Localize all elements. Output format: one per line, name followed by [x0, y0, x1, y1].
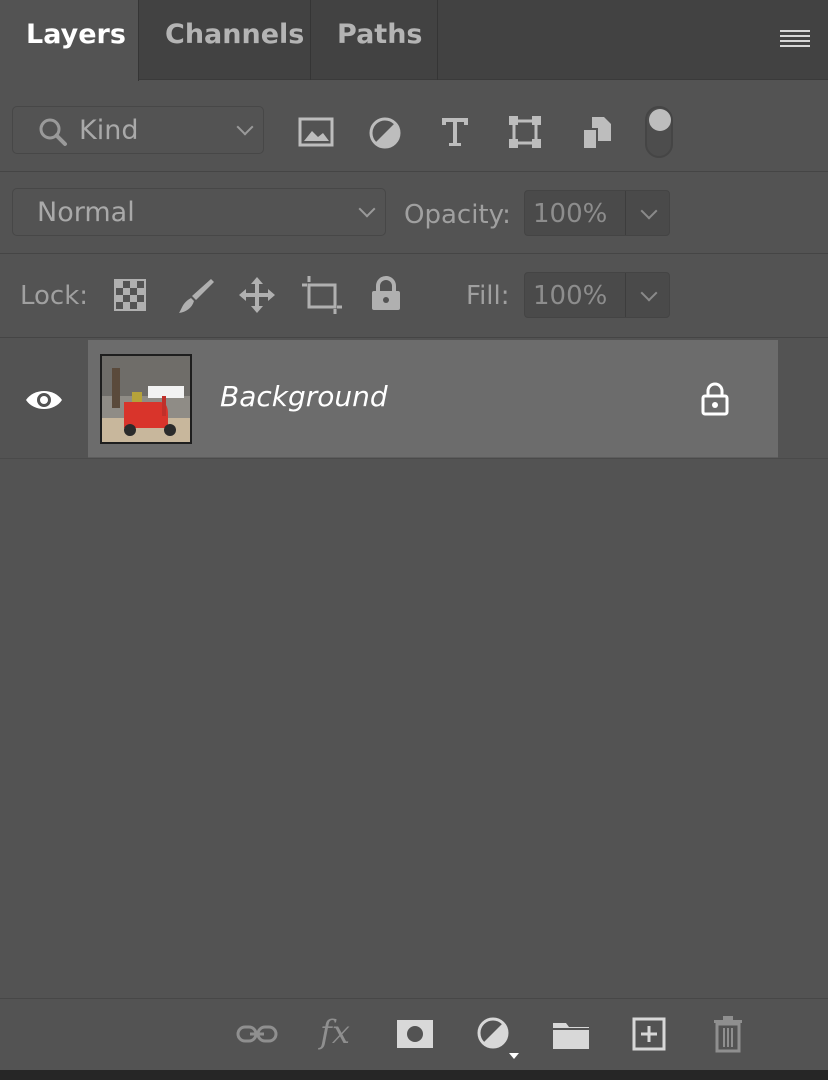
opacity-chevron-icon[interactable]	[640, 202, 658, 220]
new-layer-icon[interactable]	[632, 1017, 666, 1051]
fill-chevron-icon[interactable]	[640, 284, 658, 302]
lock-image-pixels-icon[interactable]	[176, 276, 216, 316]
adjustment-filter-icon[interactable]	[368, 116, 402, 150]
adjustment-layer-icon[interactable]	[476, 1017, 522, 1061]
lock-artboard-icon[interactable]	[302, 276, 342, 314]
blend-mode-dropdown[interactable]: Normal	[12, 188, 386, 236]
layer-mask-icon[interactable]	[396, 1019, 434, 1049]
layers-bottom-bar: fx	[0, 998, 828, 1070]
opacity-label: Opacity:	[404, 200, 511, 230]
chevron-down-icon	[236, 118, 254, 136]
fill-value: 100%	[533, 281, 608, 311]
toggle-knob	[649, 109, 671, 131]
layer-thumbnail-image	[102, 356, 190, 442]
lock-position-icon[interactable]	[238, 276, 276, 314]
tab-channels-label: Channels	[165, 19, 305, 50]
layer-name[interactable]: Background	[220, 380, 388, 413]
layer-lock-icon[interactable]	[700, 382, 730, 416]
opacity-field[interactable]: 100%	[524, 190, 670, 236]
filter-toggle-switch[interactable]	[645, 106, 673, 158]
type-filter-icon[interactable]	[440, 116, 470, 148]
chevron-down-icon	[358, 200, 376, 218]
opacity-value: 100%	[533, 199, 608, 229]
lock-label: Lock:	[20, 281, 89, 311]
tab-channels[interactable]: Channels	[139, 0, 311, 80]
search-icon	[39, 118, 67, 146]
filter-kind-dropdown[interactable]: Kind	[12, 106, 264, 154]
tab-paths-label: Paths	[337, 19, 423, 50]
tab-layers[interactable]: Layers	[0, 0, 139, 81]
link-layers-icon[interactable]	[236, 1019, 278, 1049]
lock-all-icon[interactable]	[370, 276, 402, 312]
smart-object-filter-icon[interactable]	[580, 115, 614, 151]
panel-bottom-edge	[0, 1070, 828, 1080]
layer-thumbnail	[100, 354, 192, 444]
group-folder-icon[interactable]	[552, 1019, 590, 1051]
filter-kind-label: Kind	[79, 115, 139, 146]
panel-menu-icon[interactable]	[780, 30, 810, 50]
layer-item-background[interactable]: Background	[88, 340, 778, 458]
layers-panel: Layers Channels Paths Kind Normal Opacit…	[0, 0, 828, 1080]
layer-style-icon[interactable]: fx	[320, 1013, 350, 1051]
fill-field[interactable]: 100%	[524, 272, 670, 318]
blend-mode-value: Normal	[37, 197, 135, 228]
fill-label: Fill:	[466, 281, 510, 311]
panel-tab-bar: Layers Channels Paths	[0, 0, 828, 81]
lock-transparent-pixels-icon[interactable]	[114, 279, 146, 311]
delete-layer-icon[interactable]	[712, 1015, 744, 1053]
shape-filter-icon[interactable]	[508, 115, 542, 149]
tab-layers-label: Layers	[26, 19, 126, 50]
tab-paths[interactable]: Paths	[311, 0, 438, 80]
eye-visibility-icon[interactable]	[24, 386, 64, 414]
image-filter-icon[interactable]	[298, 116, 334, 148]
